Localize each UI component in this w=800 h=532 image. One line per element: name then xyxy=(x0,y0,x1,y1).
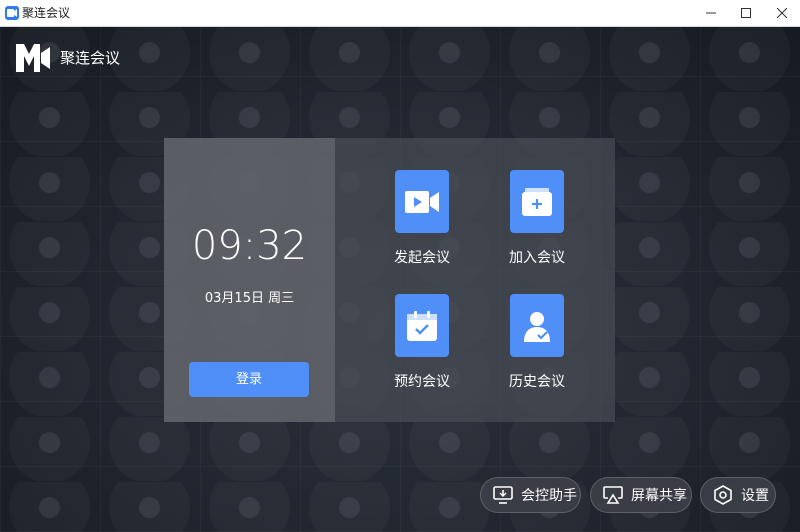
background-tile xyxy=(400,417,499,481)
background-tile xyxy=(700,27,799,91)
background-tile xyxy=(0,157,99,221)
settings-label: 设置 xyxy=(741,488,769,504)
screen-share-label: 屏幕共享 xyxy=(631,488,687,504)
start-meeting-label: 发起会议 xyxy=(394,250,450,266)
join-meeting-label: 加入会议 xyxy=(509,250,565,266)
minimize-button[interactable] xyxy=(693,0,729,26)
join-meeting-icon xyxy=(510,170,564,233)
join-meeting-button[interactable]: 加入会议 xyxy=(492,170,582,267)
brand-name: 聚连会议 xyxy=(60,49,121,67)
background-tile xyxy=(700,92,799,156)
user-history-icon xyxy=(510,294,564,357)
close-button[interactable] xyxy=(764,0,800,26)
background-tile xyxy=(500,27,599,91)
brand: 聚连会议 xyxy=(16,44,120,72)
background-tile xyxy=(0,287,99,351)
background-tile xyxy=(500,417,599,481)
background-tile xyxy=(0,482,99,532)
background-tile xyxy=(600,417,699,481)
schedule-meeting-label: 预约会议 xyxy=(394,374,450,390)
calendar-check-icon xyxy=(395,294,449,357)
settings-button[interactable]: 设置 xyxy=(700,477,776,513)
video-camera-icon xyxy=(395,170,449,233)
background-tile xyxy=(700,222,799,286)
background-tile xyxy=(400,27,499,91)
background-tile xyxy=(700,157,799,221)
maximize-button[interactable] xyxy=(728,0,764,26)
schedule-meeting-button[interactable]: 预约会议 xyxy=(377,294,467,391)
background-tile xyxy=(300,27,399,91)
background-tile xyxy=(0,222,99,286)
meeting-history-label: 历史会议 xyxy=(509,374,565,390)
window-title-bar: 聚连会议 xyxy=(0,0,800,27)
monitor-icon xyxy=(493,485,513,505)
background-tile xyxy=(100,417,199,481)
screen-share-button[interactable]: 屏幕共享 xyxy=(590,477,692,513)
background-tile xyxy=(700,417,799,481)
meeting-control-assistant-label: 会控助手 xyxy=(521,488,577,504)
background-tile xyxy=(0,92,99,156)
background-tile xyxy=(200,27,299,91)
screen-share-icon xyxy=(603,485,623,505)
brand-logo-icon xyxy=(16,44,50,72)
background-tile xyxy=(600,27,699,91)
background-tile xyxy=(700,352,799,416)
background-tile xyxy=(700,287,799,351)
meeting-history-button[interactable]: 历史会议 xyxy=(492,294,582,391)
login-button[interactable]: 登录 xyxy=(189,362,309,397)
current-date: 03月15日 周三 xyxy=(204,291,295,306)
background-tile xyxy=(300,417,399,481)
window-title: 聚连会议 xyxy=(22,6,71,20)
app-icon xyxy=(5,6,19,20)
current-time: 09:32 xyxy=(191,223,308,269)
background-tile xyxy=(0,417,99,481)
meeting-control-assistant-button[interactable]: 会控助手 xyxy=(480,477,581,513)
background-tile xyxy=(200,417,299,481)
settings-icon xyxy=(713,485,733,505)
background-tile xyxy=(0,352,99,416)
background-tile xyxy=(100,482,199,532)
start-meeting-button[interactable]: 发起会议 xyxy=(377,170,467,267)
background-tile xyxy=(300,482,399,532)
background-tile xyxy=(200,482,299,532)
